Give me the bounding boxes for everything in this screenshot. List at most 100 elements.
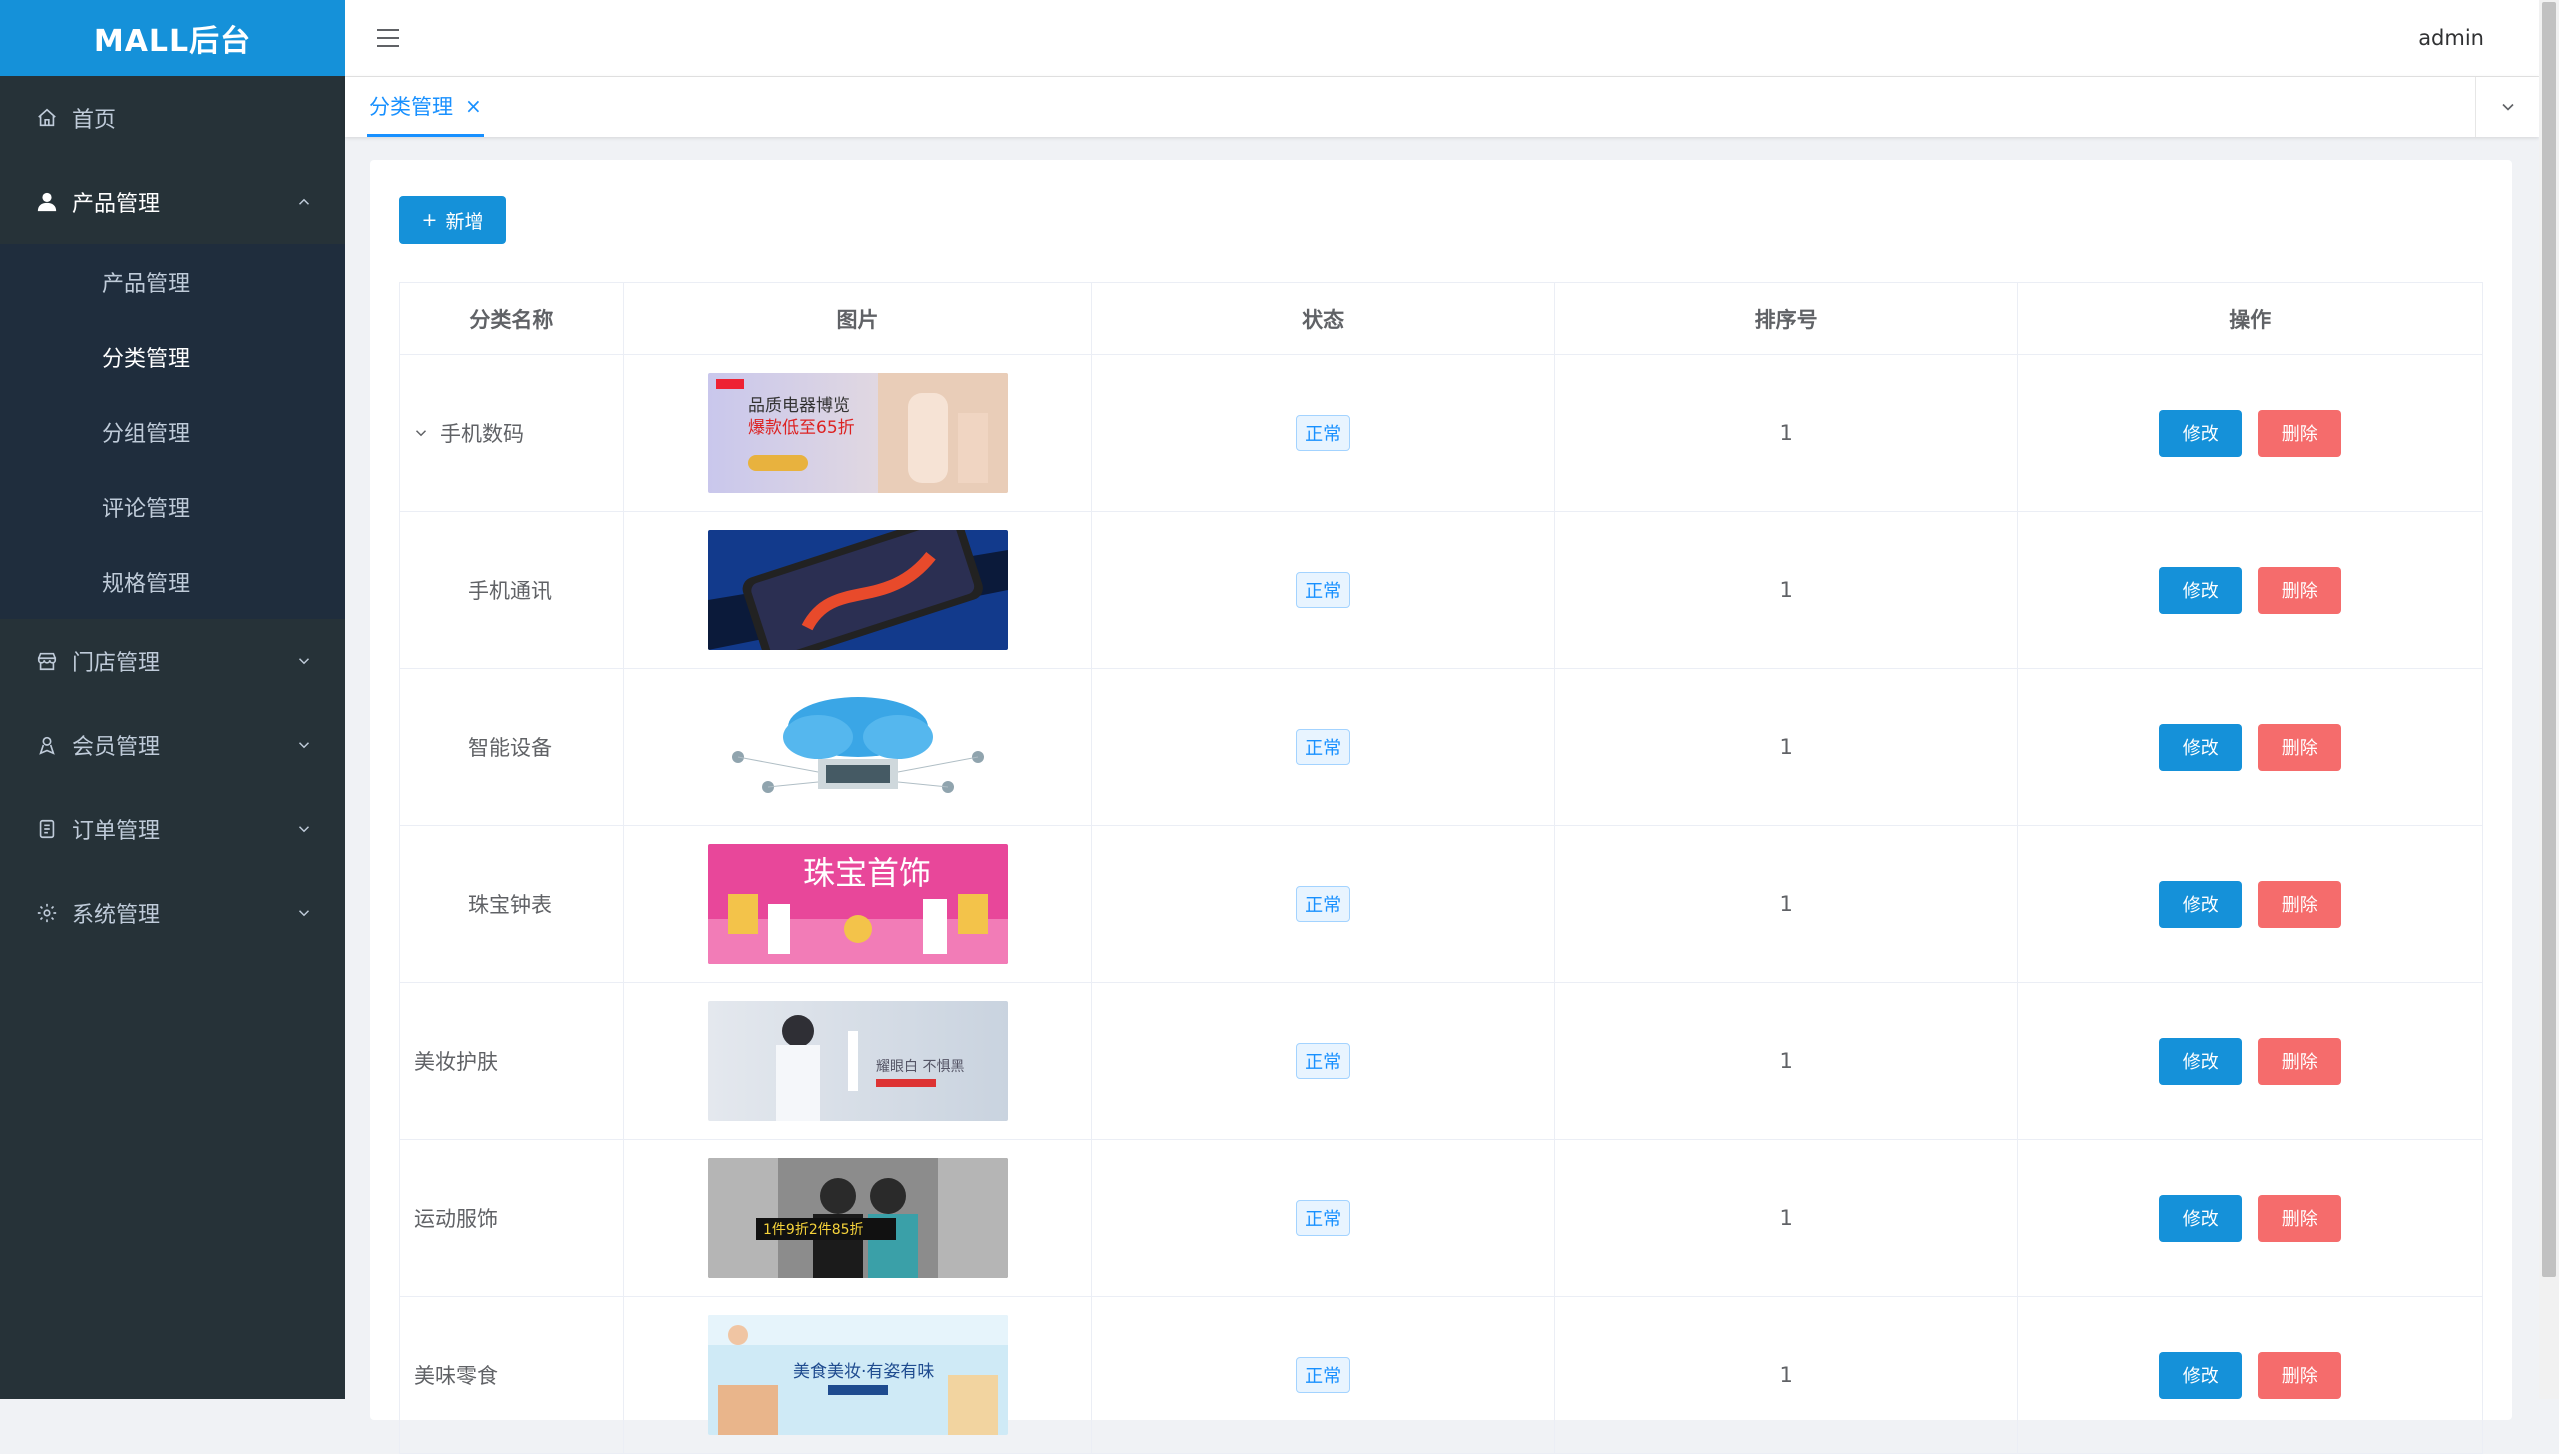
cell-image: 1件9折2件85折: [624, 1140, 1093, 1296]
app-logo: MALL后台: [0, 0, 345, 76]
page-scrollbar[interactable]: [2539, 0, 2559, 1399]
cell-status: 正常: [1092, 355, 1555, 511]
table-row: 手机数码 品质电器博览 爆款低至65折 正常 1 修改 删除: [400, 355, 2482, 512]
edit-button[interactable]: 修改: [2159, 881, 2242, 928]
user-menu[interactable]: admin: [2418, 26, 2484, 50]
edit-button[interactable]: 修改: [2159, 1195, 2242, 1242]
status-badge: 正常: [1296, 572, 1350, 608]
cell-actions: 修改 删除: [2018, 1297, 2482, 1453]
row-actions: 修改 删除: [2159, 1195, 2341, 1242]
sidebar-subitem-spec[interactable]: 规格管理: [0, 544, 345, 619]
app-root: MALL后台 首页 产品管理 产品管理 分类管理 分组管理 评论管理 规格管理: [0, 0, 2559, 1399]
category-table: 分类名称 图片 状态 排序号 操作 手机数码 品质电器博览 爆款低至65折 正常…: [399, 282, 2483, 1454]
cell-name: 美妆护肤: [400, 983, 624, 1139]
category-name: 智能设备: [468, 732, 552, 762]
close-icon[interactable]: ×: [465, 94, 482, 118]
sidebar-subitem-category[interactable]: 分类管理: [0, 319, 345, 394]
order-icon: [36, 818, 58, 840]
cell-sort: 1: [1555, 669, 2019, 825]
scrollbar-thumb[interactable]: [2542, 2, 2556, 1277]
sidebar-item-label: 系统管理: [72, 897, 160, 929]
sidebar-item-system[interactable]: 系统管理: [0, 871, 345, 955]
delete-button[interactable]: 删除: [2258, 1352, 2341, 1399]
cell-status: 正常: [1092, 669, 1555, 825]
cell-status: 正常: [1092, 983, 1555, 1139]
column-header-name: 分类名称: [400, 283, 624, 354]
sidebar-item-label: 订单管理: [72, 813, 160, 845]
delete-button[interactable]: 删除: [2258, 1038, 2341, 1085]
delete-button[interactable]: 删除: [2258, 567, 2341, 614]
category-name: 运动服饰: [414, 1203, 498, 1233]
cell-actions: 修改 删除: [2018, 1140, 2482, 1296]
main-card: + 新增 分类名称 图片 状态 排序号 操作 手机数码 品质电器博览 爆款低至6…: [370, 160, 2512, 1420]
sidebar-item-store[interactable]: 门店管理: [0, 619, 345, 703]
cell-sort: 1: [1555, 355, 2019, 511]
category-name-wrap: 手机数码: [412, 418, 524, 448]
delete-button[interactable]: 删除: [2258, 881, 2341, 928]
sidebar-subitem-comment[interactable]: 评论管理: [0, 469, 345, 544]
cell-actions: 修改 删除: [2018, 826, 2482, 982]
delete-button[interactable]: 删除: [2258, 1195, 2341, 1242]
cell-name: 手机通讯: [400, 512, 624, 668]
sidebar-item-member[interactable]: 会员管理: [0, 703, 345, 787]
cell-actions: 修改 删除: [2018, 983, 2482, 1139]
sidebar-item-order[interactable]: 订单管理: [0, 787, 345, 871]
category-image: [708, 530, 1008, 650]
category-name-wrap: 运动服饰: [414, 1203, 498, 1233]
cell-image: 美食美妆·有姿有味: [624, 1297, 1093, 1453]
sidebar-item-label: 首页: [72, 102, 116, 134]
tabs-bar: 分类管理 ×: [345, 77, 2539, 137]
tabs-dropdown-button[interactable]: [2475, 77, 2539, 137]
edit-button[interactable]: 修改: [2159, 1352, 2242, 1399]
edit-button[interactable]: 修改: [2159, 1038, 2242, 1085]
cell-image: [624, 669, 1093, 825]
cell-sort: 1: [1555, 1297, 2019, 1453]
delete-button[interactable]: 删除: [2258, 410, 2341, 457]
category-name-wrap: 美味零食: [414, 1360, 498, 1390]
status-badge: 正常: [1296, 415, 1350, 451]
hamburger-menu-icon[interactable]: [375, 26, 401, 50]
cell-actions: 修改 删除: [2018, 669, 2482, 825]
category-name: 美妆护肤: [414, 1046, 498, 1076]
table-row: 智能设备 正常 1 修改 删除: [400, 669, 2482, 826]
row-actions: 修改 删除: [2159, 410, 2341, 457]
sidebar-item-home[interactable]: 首页: [0, 76, 345, 160]
edit-button[interactable]: 修改: [2159, 410, 2242, 457]
member-icon: [36, 734, 58, 756]
sidebar-item-label: 产品管理: [72, 186, 160, 218]
cell-name: 智能设备: [400, 669, 624, 825]
row-actions: 修改 删除: [2159, 1352, 2341, 1399]
tab-category[interactable]: 分类管理 ×: [367, 77, 484, 137]
svg-text:耀眼白 不惧黑: 耀眼白 不惧黑: [876, 1059, 964, 1075]
category-name-wrap: 美妆护肤: [414, 1046, 498, 1076]
status-badge: 正常: [1296, 1200, 1350, 1236]
status-badge: 正常: [1296, 1357, 1350, 1393]
add-category-button[interactable]: + 新增: [399, 196, 506, 244]
top-header: admin: [345, 0, 2559, 77]
edit-button[interactable]: 修改: [2159, 724, 2242, 771]
svg-text:爆款低至65折: 爆款低至65折: [748, 418, 855, 438]
table-row: 手机通讯 正常 1 修改 删除: [400, 512, 2482, 669]
chevron-up-icon: [295, 193, 313, 211]
table-body: 手机数码 品质电器博览 爆款低至65折 正常 1 修改 删除 手机通讯 正常: [400, 355, 2482, 1454]
edit-button[interactable]: 修改: [2159, 567, 2242, 614]
chevron-down-icon: [2498, 97, 2518, 117]
sidebar-subitem-product[interactable]: 产品管理: [0, 244, 345, 319]
status-badge: 正常: [1296, 729, 1350, 765]
table-row: 运动服饰 1件9折2件85折 正常 1 修改 删除: [400, 1140, 2482, 1297]
chevron-down-icon: [295, 736, 313, 754]
chevron-down-icon: [295, 904, 313, 922]
status-badge: 正常: [1296, 1043, 1350, 1079]
cell-status: 正常: [1092, 1297, 1555, 1453]
delete-button[interactable]: 删除: [2258, 724, 2341, 771]
svg-text:珠宝首饰: 珠宝首饰: [803, 854, 931, 892]
row-actions: 修改 删除: [2159, 724, 2341, 771]
chevron-down-icon[interactable]: [412, 424, 430, 442]
cell-status: 正常: [1092, 512, 1555, 668]
sidebar-item-label: 会员管理: [72, 729, 160, 761]
row-actions: 修改 删除: [2159, 567, 2341, 614]
add-button-label: 新增: [445, 207, 483, 234]
sidebar-subitem-group[interactable]: 分组管理: [0, 394, 345, 469]
sidebar-item-product[interactable]: 产品管理: [0, 160, 345, 244]
tab-label: 分类管理: [369, 91, 453, 121]
